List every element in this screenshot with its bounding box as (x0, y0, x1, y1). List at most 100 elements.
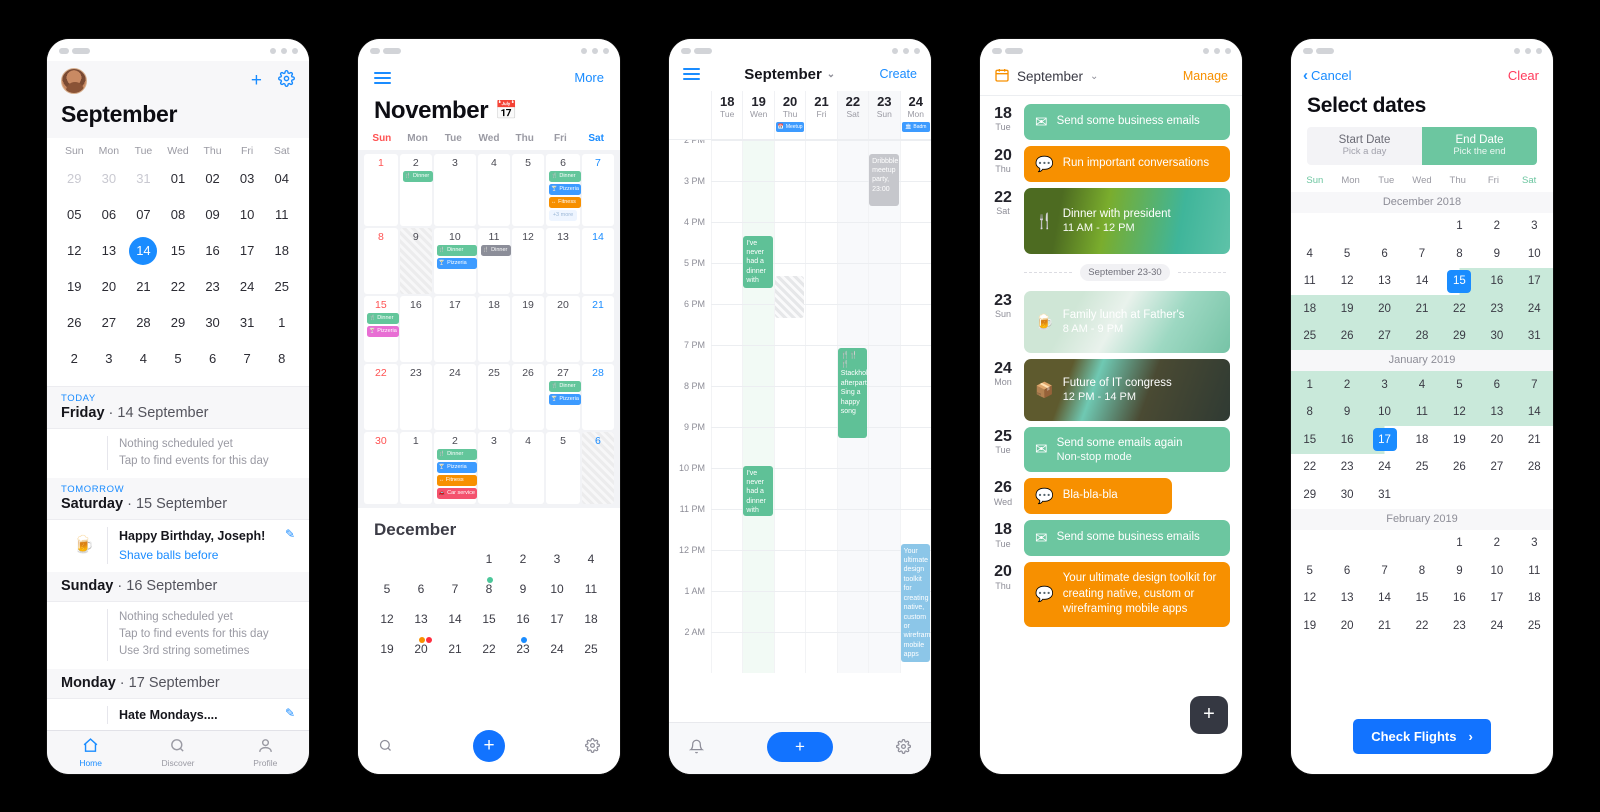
event-card[interactable]: 🍴 Dinner with president 11 AM - 12 PM (1024, 187, 1230, 254)
day-cell[interactable]: 14 (126, 234, 161, 268)
day-cell[interactable]: 24 (433, 363, 476, 430)
agenda-day-body[interactable]: Hate Mondays.... ✎ (47, 698, 309, 730)
start-date-segment[interactable]: Start Date Pick a day (1307, 126, 1422, 165)
day-cell[interactable]: 9 (1441, 557, 1478, 585)
time-slot[interactable] (742, 304, 774, 345)
day-cell[interactable]: 8 (264, 342, 299, 376)
event-card[interactable]: 📦 Future of IT congress 12 PM - 14 PM (1024, 358, 1230, 421)
page-title[interactable]: September ⌄ (744, 66, 835, 83)
day-cell[interactable]: 7 (1403, 240, 1440, 268)
event-chip[interactable]: 🚗 Car service (436, 487, 477, 499)
time-slot[interactable] (805, 345, 836, 386)
day-cell[interactable]: 14 (1366, 585, 1403, 613)
day-cell[interactable]: 7 (230, 342, 265, 376)
day-cell[interactable]: 08 (161, 198, 196, 232)
day-cell[interactable]: 9 (399, 227, 432, 294)
time-slot[interactable] (742, 181, 774, 222)
day-cell[interactable]: 1 (1441, 530, 1478, 558)
day-cell[interactable]: 18 (477, 295, 511, 362)
time-slot[interactable] (773, 509, 805, 550)
date-segment-control[interactable]: Start Date Pick a day End Date Pick the end (1307, 126, 1537, 165)
week-day-column-header[interactable]: 24 Mon 🏛 Badm (899, 90, 931, 139)
day-cell[interactable]: 15 (161, 234, 196, 268)
mini-day-cell[interactable]: 4 (574, 546, 608, 573)
day-cell[interactable]: 16 (1441, 585, 1478, 613)
time-slot[interactable] (711, 427, 742, 468)
day-cell[interactable]: 9 (1478, 240, 1515, 268)
time-slot[interactable] (711, 591, 742, 632)
day-cell[interactable]: 26 (1328, 322, 1366, 350)
month-grid[interactable]: 1 2 3 4 5 6 7 8 9 10 11 12 13 14 15 16 17 18 19 20 21 22 23 24 2… (1291, 371, 1553, 509)
time-slots[interactable] (711, 549, 931, 591)
day-cell[interactable]: 1 (264, 306, 299, 340)
calendar-event[interactable]: 🍴🍴🍴 Stackholders afterparty, Sing a happ… (837, 347, 868, 438)
clear-button[interactable]: Clear (1508, 68, 1539, 83)
time-slot[interactable] (805, 509, 836, 550)
time-slot[interactable] (899, 140, 931, 181)
day-cell[interactable]: 5 (1440, 371, 1479, 399)
day-cell[interactable]: 29 (1291, 481, 1328, 509)
calendar-event[interactable]: Dribbble meetup party, 23:00 (869, 153, 899, 206)
event-chip[interactable]: 🍸 Pizzeria (436, 257, 477, 269)
event-chip[interactable]: 🍴 Dinner (367, 312, 399, 324)
day-cell[interactable]: 22 (1440, 295, 1479, 323)
time-slot[interactable] (836, 468, 869, 509)
day-cell[interactable]: 20 (546, 295, 580, 362)
event-card[interactable]: 💬 Bla-bla-bla (1024, 478, 1172, 515)
time-slot[interactable] (868, 550, 900, 591)
time-slot[interactable] (805, 140, 836, 181)
time-slot[interactable] (836, 263, 869, 304)
time-slots[interactable] (711, 303, 931, 345)
day-cell[interactable]: 4 (477, 153, 511, 226)
time-slot[interactable] (805, 468, 836, 509)
plus-icon[interactable]: + (251, 71, 262, 90)
mini-day-cell[interactable]: 24 (540, 636, 574, 663)
day-cell[interactable]: 11 🍴 Dinner (477, 227, 512, 294)
tab-profile[interactable]: Profile (222, 731, 309, 774)
day-cell[interactable]: 21 (1403, 295, 1441, 323)
day-cell[interactable]: 18 (1403, 426, 1440, 454)
day-cell[interactable]: 17 (1515, 267, 1553, 295)
time-slot[interactable] (805, 222, 836, 263)
day-cell[interactable]: 29 (161, 306, 196, 340)
day-cell[interactable]: 27 (1478, 454, 1515, 482)
day-cell[interactable]: 6 (1328, 557, 1365, 585)
time-slots[interactable] (711, 631, 931, 673)
time-slot[interactable] (711, 468, 742, 509)
day-cell[interactable]: 11 (1516, 557, 1553, 585)
day-cell[interactable]: 5 (512, 153, 545, 226)
day-cell[interactable]: 22 (364, 363, 398, 430)
day-cell[interactable]: 26 (512, 363, 545, 430)
month-grid[interactable]: 1 2 3 4 5 6 7 8 9 10 11 12 13 14 15 16 17 18 19 20 21 22 23 24 2… (1291, 213, 1553, 350)
calendar-event[interactable]: Your ultimate design toolkit for creatin… (900, 543, 930, 662)
day-cell[interactable]: 25 (1403, 454, 1440, 482)
day-cell[interactable]: 10 (1365, 398, 1404, 426)
day-cell[interactable]: 13 (1366, 268, 1403, 296)
day-cell[interactable]: 12 (1328, 268, 1365, 296)
day-cell[interactable]: 8 (1441, 240, 1478, 268)
day-cell[interactable]: 17 (1478, 585, 1515, 613)
day-cell[interactable]: 2 🍴 Dinner (399, 153, 433, 226)
day-cell[interactable]: 13 (1478, 398, 1516, 426)
month-grid[interactable]: 1 2 3 5 6 7 8 9 10 11 12 13 14 15 16 17 18 19 20 21 22 23 24 25 (1291, 530, 1553, 640)
mini-day-cell[interactable]: 2 (506, 546, 540, 573)
day-cell[interactable]: 17 (230, 234, 265, 268)
mini-day-cell[interactable]: 22 (472, 636, 506, 663)
day-cell[interactable]: 5 (1291, 557, 1328, 585)
day-cell[interactable]: 31 (1515, 322, 1553, 350)
day-cell[interactable]: 30 (195, 306, 230, 340)
day-cell[interactable]: 23 (399, 363, 432, 430)
time-slot[interactable] (868, 468, 900, 509)
day-cell[interactable]: 5 (161, 342, 196, 376)
add-event-fab[interactable]: + (1190, 695, 1228, 734)
time-slot[interactable] (836, 181, 869, 222)
day-cell[interactable]: 23 (195, 270, 230, 304)
agenda-day-body[interactable]: Nothing scheduled yet Tap to find events … (47, 428, 309, 478)
event-card[interactable]: ✉ Send some business emails (1024, 520, 1230, 557)
day-cell[interactable]: 27 (1365, 322, 1404, 350)
day-cell[interactable]: 5 (1328, 240, 1365, 268)
time-slot[interactable] (711, 222, 742, 263)
gear-icon[interactable] (896, 738, 911, 758)
day-cell[interactable]: 6 (1366, 240, 1403, 268)
tab-home[interactable]: Home (47, 731, 134, 774)
